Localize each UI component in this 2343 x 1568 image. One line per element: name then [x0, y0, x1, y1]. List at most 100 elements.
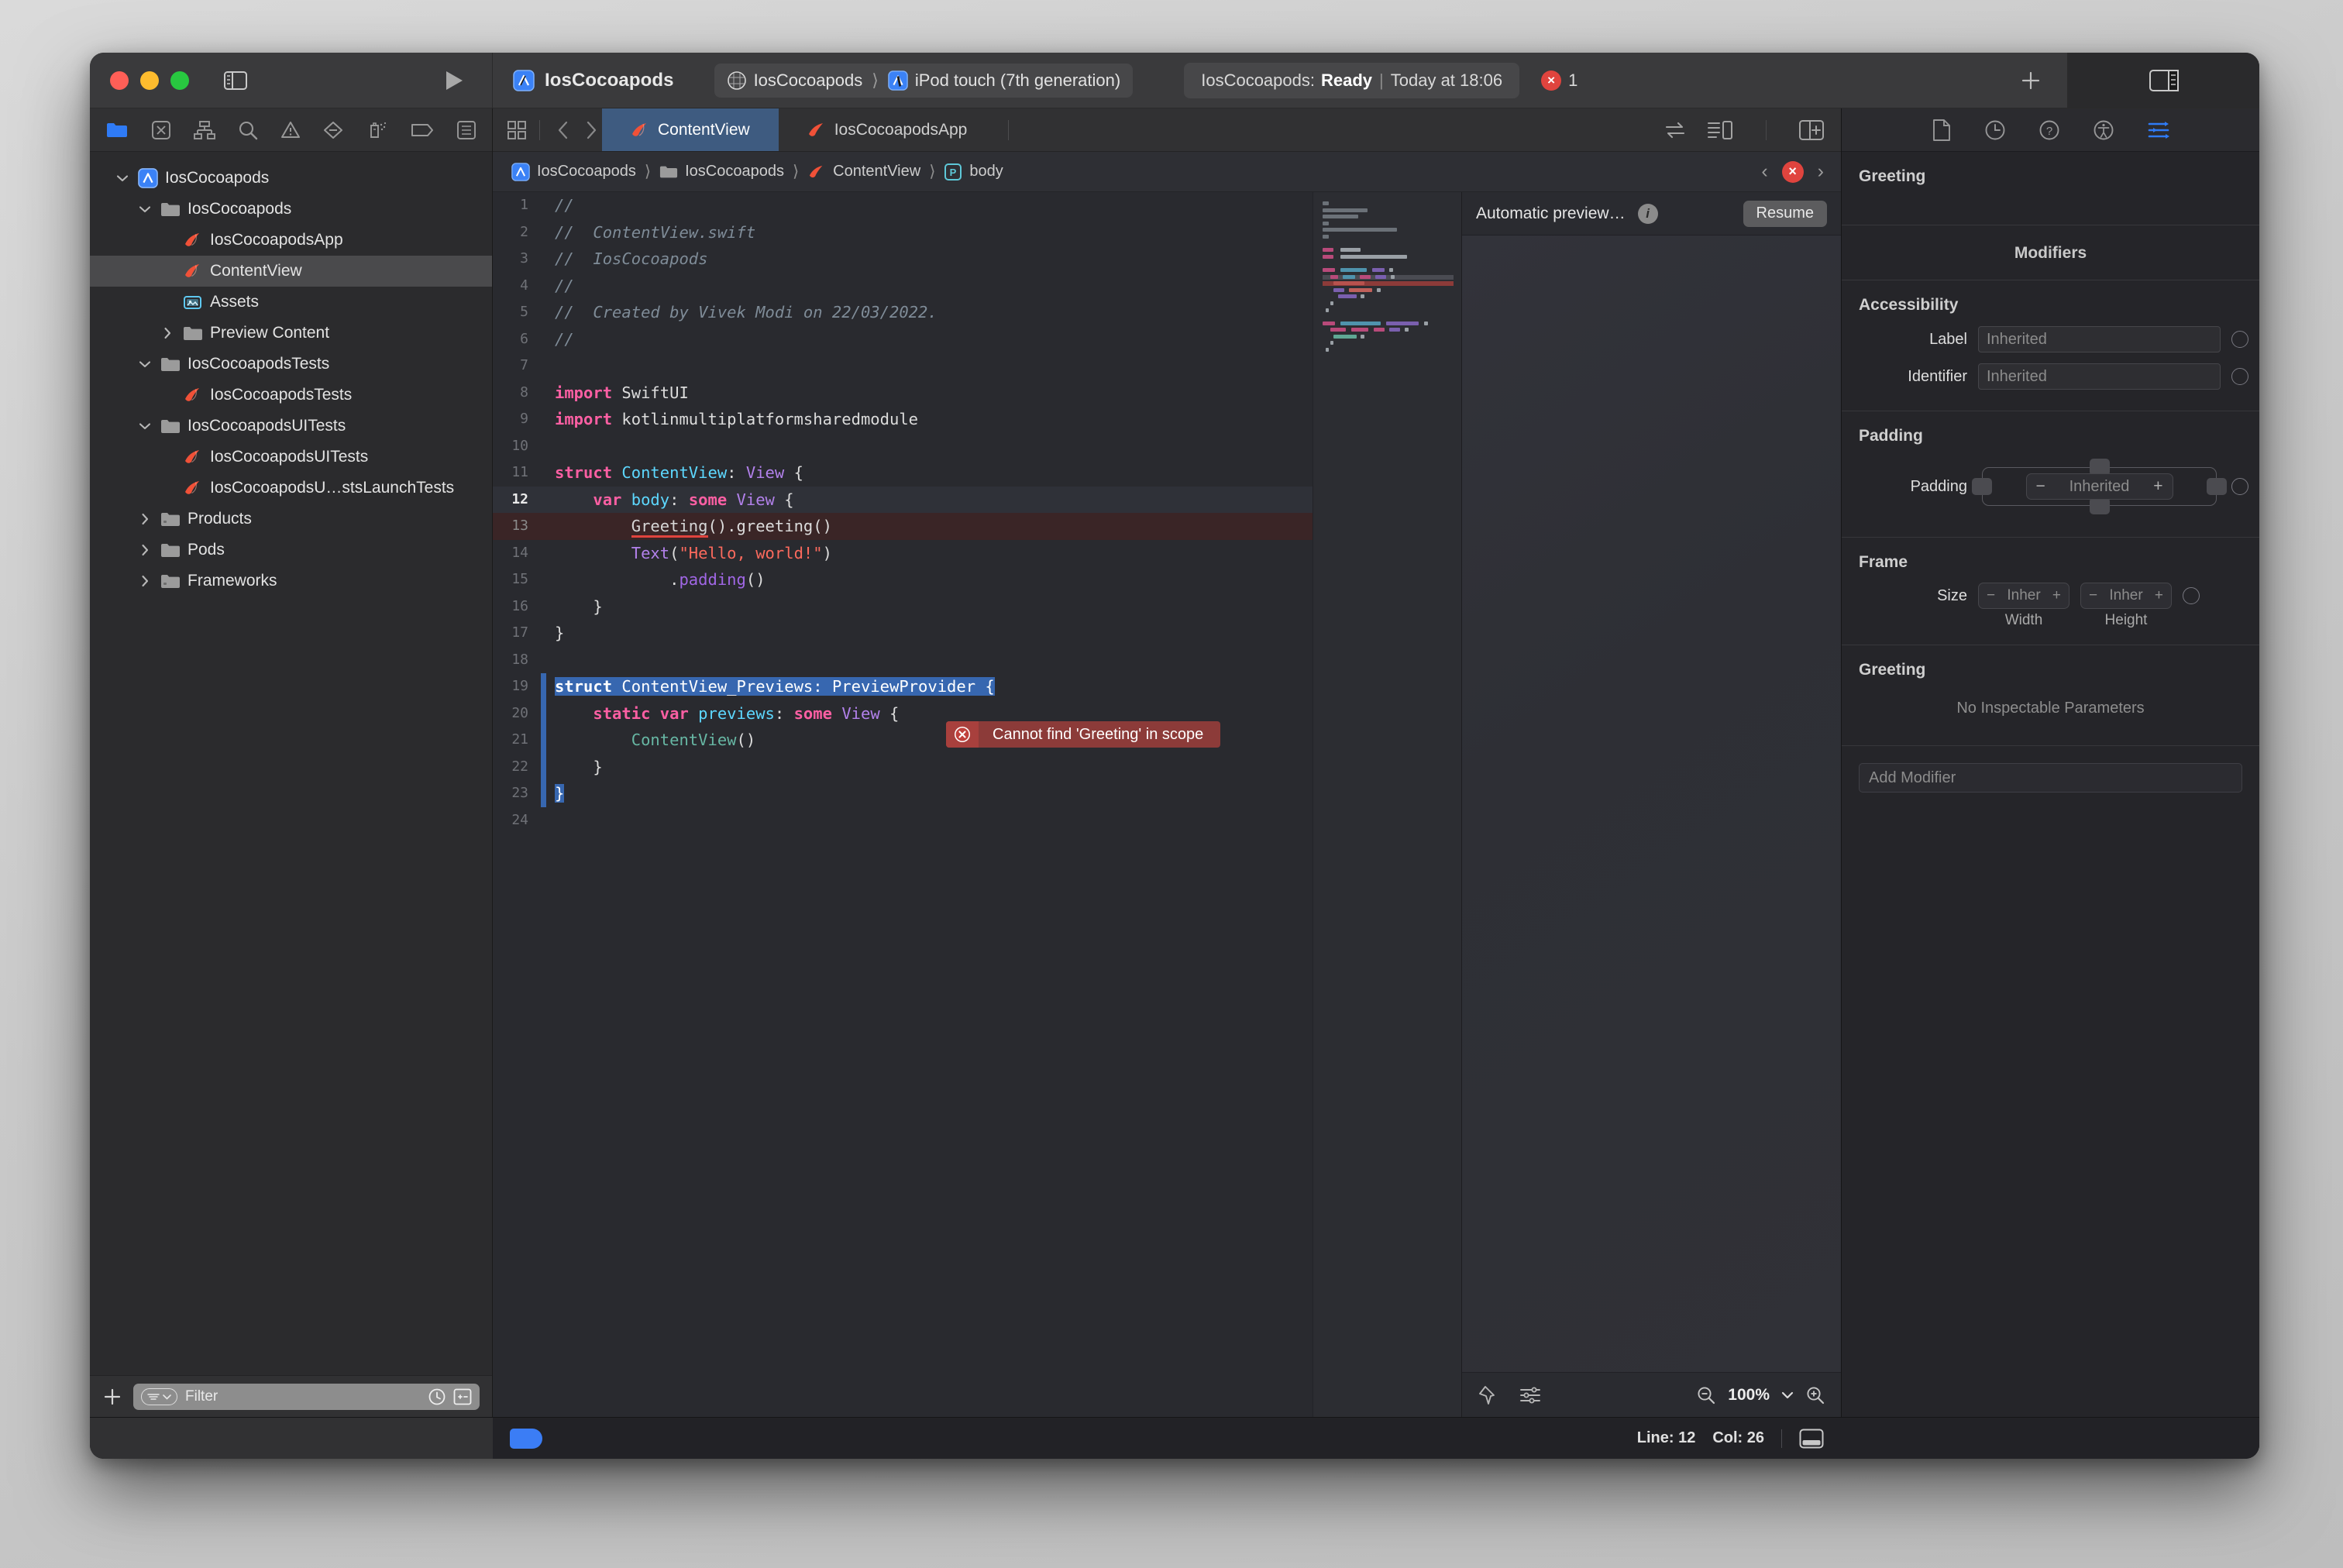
source-control-filter-icon[interactable]	[453, 1388, 472, 1405]
code-line[interactable]: 19 struct ContentView_Previews: PreviewPr…	[493, 673, 1313, 700]
file-inspector-icon[interactable]	[1932, 119, 1952, 142]
issue-badge-icon[interactable]: ×	[1781, 160, 1804, 183]
breadcrumb-item-symbol[interactable]: P body	[944, 163, 1003, 181]
code-line[interactable]: 24	[493, 807, 1313, 834]
disclosure-triangle[interactable]	[136, 544, 153, 556]
tree-item-ioscocoapodstests[interactable]: IosCocoapodsTests	[90, 380, 492, 411]
close-window-button[interactable]	[110, 70, 129, 90]
recent-files-icon[interactable]	[428, 1387, 446, 1406]
disclosure-triangle[interactable]	[136, 575, 153, 587]
frame-height-decrement[interactable]: −	[2089, 587, 2097, 604]
padding-bottom-handle[interactable]	[2089, 497, 2110, 514]
issue-navigator-icon[interactable]	[280, 120, 301, 140]
code-line[interactable]: 14 Text("Hello, world!")	[493, 540, 1313, 567]
accessibility-identifier-input[interactable]: Inherited	[1978, 363, 2221, 390]
code-line[interactable]: 7	[493, 352, 1313, 380]
tree-item-assets[interactable]: Assets	[90, 287, 492, 318]
frame-width-decrement[interactable]: −	[1987, 587, 1995, 604]
code-line[interactable]: 10	[493, 433, 1313, 460]
frame-width-increment[interactable]: +	[2052, 587, 2061, 604]
tree-item-preview-content[interactable]: Preview Content	[90, 318, 492, 349]
add-assistant-editor-icon[interactable]	[1799, 119, 1824, 140]
tree-item-ioscocoapods[interactable]: IosCocoapods	[90, 163, 492, 194]
code-line[interactable]: 9 import kotlinmultiplatformsharedmodule	[493, 406, 1313, 433]
tree-item-ioscocoapodstests[interactable]: IosCocoapodsTests	[90, 349, 492, 380]
code-line[interactable]: 3 // IosCocoapods	[493, 246, 1313, 273]
pin-preview-icon[interactable]	[1478, 1384, 1499, 1406]
preview-settings-icon[interactable]	[1519, 1386, 1541, 1405]
disclosure-triangle[interactable]	[159, 327, 176, 339]
code-minimap[interactable]	[1313, 192, 1461, 1417]
add-editor-button[interactable]	[2019, 69, 2042, 92]
tree-item-ioscocoapods[interactable]: IosCocoapods	[90, 194, 492, 225]
code-line[interactable]: 4 //	[493, 273, 1313, 300]
tab-ioscocoapodsapp[interactable]: IosCocoapodsApp	[779, 108, 996, 151]
tab-contentview[interactable]: ContentView	[602, 108, 779, 151]
toggle-navigator-icon[interactable]	[224, 70, 247, 90]
debug-navigator-icon[interactable]	[366, 120, 388, 140]
disclosure-triangle[interactable]	[136, 359, 153, 369]
test-navigator-icon[interactable]	[322, 120, 344, 140]
code-line[interactable]: 6 //	[493, 326, 1313, 353]
code-line[interactable]: 16 }	[493, 593, 1313, 621]
code-review-icon[interactable]	[1663, 121, 1687, 139]
frame-height-stepper[interactable]: − Inher +	[2080, 583, 2172, 609]
tree-item-ioscocoapodsu-stslaunchtests[interactable]: IosCocoapodsU…stsLaunchTests	[90, 473, 492, 504]
padding-stepper[interactable]: − Inherited +	[2025, 473, 2173, 500]
zoom-in-icon[interactable]	[1805, 1385, 1825, 1405]
code-line[interactable]: 12 var body: some View {	[493, 486, 1313, 513]
padding-decrement[interactable]: −	[2036, 477, 2045, 496]
frame-width-stepper[interactable]: − Inher +	[1978, 583, 2069, 609]
history-inspector-icon[interactable]	[1984, 119, 2006, 141]
padding-knob[interactable]	[2231, 478, 2248, 495]
symbol-navigator-icon[interactable]	[193, 120, 215, 140]
scheme-destination-chip[interactable]: IosCocoapods ⟩ iPod touch (7th generatio…	[714, 63, 1134, 98]
zoom-level-label[interactable]: 100%	[1728, 1386, 1770, 1405]
filter-input[interactable]: Filter	[133, 1383, 480, 1410]
disclosure-triangle[interactable]	[136, 421, 153, 431]
minimize-window-button[interactable]	[140, 70, 159, 90]
preview-info-icon[interactable]: i	[1637, 203, 1658, 224]
code-line[interactable]: 11 struct ContentView: View {	[493, 459, 1313, 487]
next-issue-button[interactable]: ›	[1818, 160, 1824, 183]
add-modifier-input[interactable]: Add Modifier	[1859, 763, 2242, 793]
inline-error-banner[interactable]: Cannot find 'Greeting' in scope	[946, 721, 1221, 748]
disclosure-triangle[interactable]	[136, 205, 153, 214]
tree-item-contentview[interactable]: ContentView	[90, 256, 492, 287]
frame-height-increment[interactable]: +	[2155, 587, 2163, 604]
run-button[interactable]	[444, 70, 464, 91]
previous-issue-button[interactable]: ‹	[1761, 160, 1767, 183]
tree-item-ioscocoapodsapp[interactable]: IosCocoapodsApp	[90, 225, 492, 256]
accessibility-label-knob[interactable]	[2231, 331, 2248, 348]
resume-preview-button[interactable]: Resume	[1743, 200, 1827, 227]
accessibility-inspector-icon[interactable]	[2093, 119, 2114, 141]
find-navigator-icon[interactable]	[238, 120, 258, 140]
disclosure-triangle[interactable]	[114, 174, 131, 183]
code-line[interactable]: 8 import SwiftUI	[493, 380, 1313, 407]
toggle-inspector-icon[interactable]	[2149, 69, 2179, 91]
padding-left-handle[interactable]	[1972, 478, 1992, 495]
source-code-editor[interactable]: 1 // 2 // ContentView.swift 3 // IosCocoapods…	[493, 192, 1313, 1417]
toggle-debug-area-icon[interactable]	[1799, 1429, 1824, 1449]
zoom-out-icon[interactable]	[1696, 1385, 1716, 1405]
breadcrumb-item-project[interactable]: IosCocoapods	[511, 162, 636, 181]
disclosure-triangle[interactable]	[136, 513, 153, 525]
traffic-lights[interactable]	[110, 70, 189, 90]
breakpoint-navigator-icon[interactable]	[411, 122, 434, 139]
tree-item-frameworks[interactable]: Frameworks	[90, 566, 492, 597]
source-control-navigator-icon[interactable]	[151, 120, 171, 140]
padding-right-handle[interactable]	[2207, 478, 2227, 495]
frame-knob[interactable]	[2183, 587, 2200, 604]
code-line[interactable]: 22 }	[493, 754, 1313, 781]
tree-item-pods[interactable]: Pods	[90, 535, 492, 566]
tree-item-products[interactable]: Products	[90, 504, 492, 535]
breadcrumb-item-folder[interactable]: IosCocoapods	[659, 163, 784, 181]
editor-history-arrows[interactable]	[552, 120, 602, 140]
code-line[interactable]: 5 // Created by Vivek Modi on 22/03/2022.	[493, 299, 1313, 326]
project-file-tree[interactable]: IosCocoapods IosCocoapods IosCocoapodsApp C…	[90, 152, 492, 1375]
filter-options-icon[interactable]	[141, 1387, 177, 1405]
preview-canvas[interactable]	[1462, 236, 1841, 1372]
add-file-button[interactable]	[102, 1387, 122, 1407]
minimap-toggle-icon[interactable]	[1707, 120, 1733, 140]
zoom-window-button[interactable]	[170, 70, 189, 90]
